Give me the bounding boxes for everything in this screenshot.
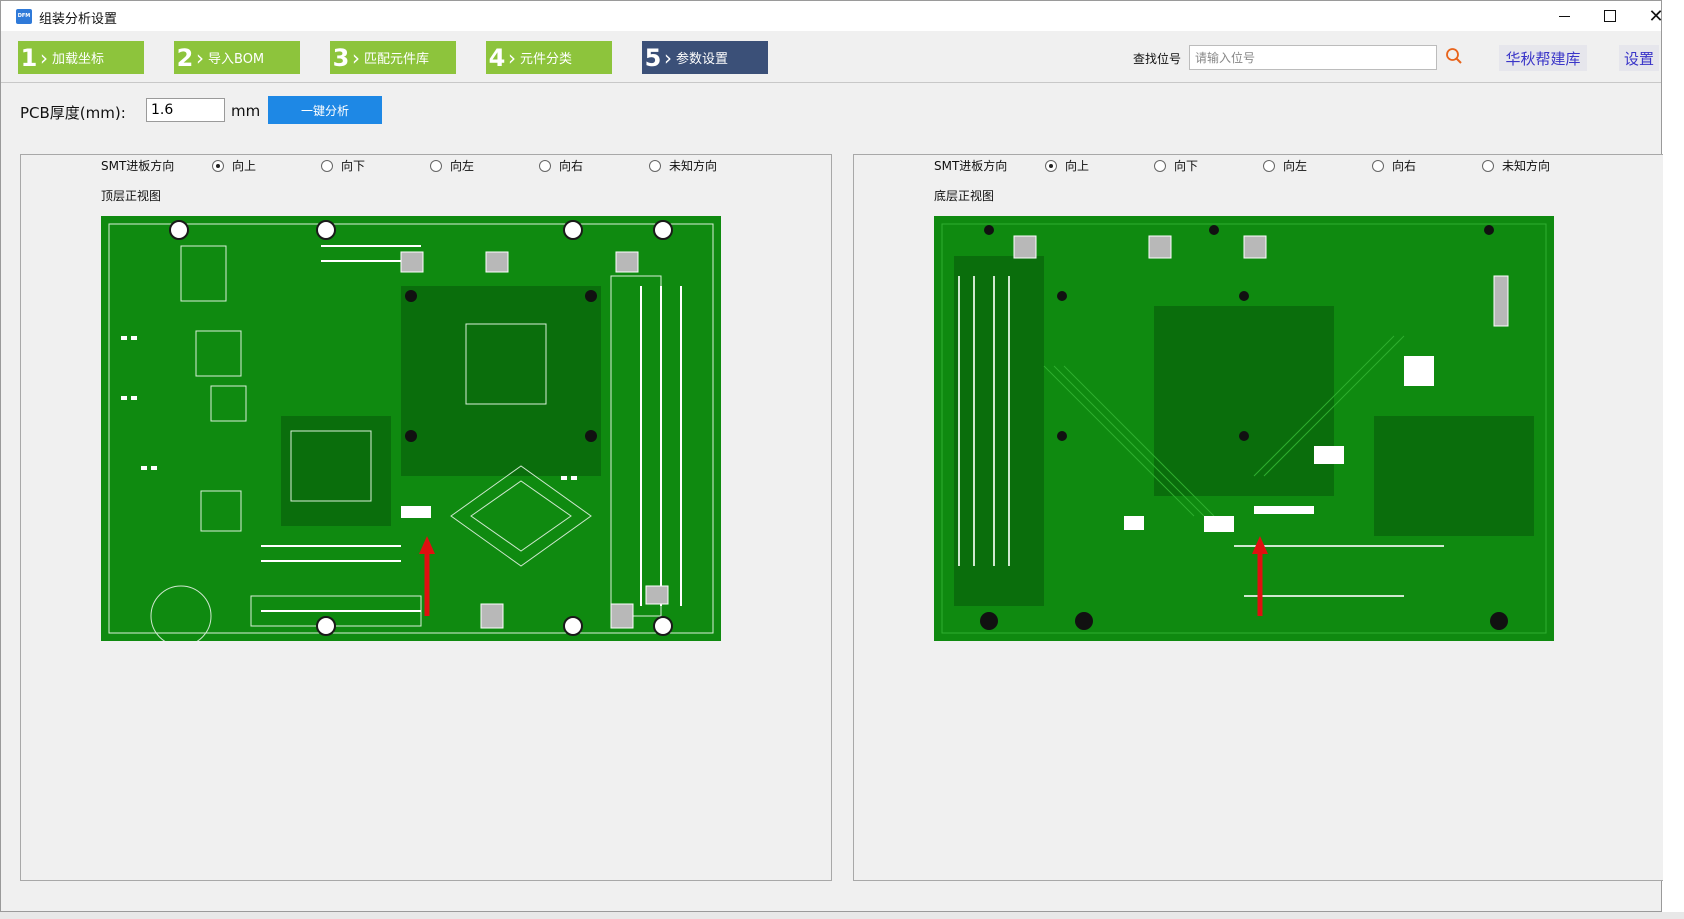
step-label: 元件分类 bbox=[520, 52, 573, 67]
maximize-button[interactable] bbox=[1587, 1, 1633, 31]
radio-dot-icon bbox=[212, 159, 224, 172]
build-library-button[interactable]: 华秋帮建库 bbox=[1499, 45, 1587, 71]
pcb-thickness-input[interactable] bbox=[146, 98, 225, 122]
radio-label: 向上 bbox=[232, 159, 257, 173]
step-label: 参数设置 bbox=[676, 52, 729, 67]
radio-down[interactable]: 向下 bbox=[1154, 157, 1198, 174]
step-parameter-settings[interactable]: 5 › 参数设置 bbox=[642, 41, 768, 74]
pcb-top-view-image bbox=[101, 216, 721, 641]
radio-dot-icon bbox=[430, 159, 442, 172]
search-input[interactable] bbox=[1189, 45, 1437, 70]
radio-right[interactable]: 向右 bbox=[539, 157, 583, 174]
bottom-view-panel: SMT进板方向 向上 向下 向左 向右 未知方向 底层正视图 bbox=[853, 154, 1665, 881]
minimize-button[interactable] bbox=[1541, 1, 1587, 31]
radio-dot-icon bbox=[1154, 159, 1166, 172]
search-label: 查找位号 bbox=[1133, 52, 1182, 66]
step-match-library[interactable]: 3 › 匹配元件库 bbox=[330, 41, 456, 74]
smt-direction-label: SMT进板方向 bbox=[101, 159, 175, 173]
chevron-right-icon: › bbox=[664, 45, 672, 70]
radio-dot-icon bbox=[1263, 159, 1275, 172]
smt-direction-label: SMT进板方向 bbox=[934, 159, 1008, 173]
radio-dot-icon bbox=[539, 159, 551, 172]
chevron-right-icon: › bbox=[40, 45, 48, 70]
radio-right[interactable]: 向右 bbox=[1372, 157, 1416, 174]
radio-up[interactable]: 向上 bbox=[1045, 157, 1089, 174]
step-label: 导入BOM bbox=[208, 52, 265, 67]
radio-label: 向右 bbox=[559, 159, 584, 173]
view-label: 底层正视图 bbox=[934, 189, 995, 203]
view-label: 顶层正视图 bbox=[101, 189, 162, 203]
search-icon[interactable] bbox=[1445, 47, 1463, 65]
radio-label: 向左 bbox=[1283, 159, 1308, 173]
radio-label: 未知方向 bbox=[669, 159, 718, 173]
step-load-coordinates[interactable]: 1 › 加载坐标 bbox=[18, 41, 144, 74]
step-number: 3 bbox=[332, 43, 350, 72]
step-import-bom[interactable]: 2 › 导入BOM bbox=[174, 41, 300, 74]
pcb-bottom-view-image bbox=[934, 216, 1554, 641]
radio-left[interactable]: 向左 bbox=[1263, 157, 1307, 174]
unit-label: mm bbox=[231, 102, 261, 120]
background-window-edge bbox=[1663, 0, 1684, 919]
background-window-edge bbox=[0, 912, 1684, 919]
radio-dot-icon bbox=[649, 159, 661, 172]
step-number: 5 bbox=[644, 43, 662, 72]
radio-up[interactable]: 向上 bbox=[212, 157, 256, 174]
radio-label: 未知方向 bbox=[1502, 159, 1551, 173]
step-number: 2 bbox=[176, 43, 194, 72]
radio-dot-icon bbox=[1482, 159, 1494, 172]
settings-button[interactable]: 设置 bbox=[1619, 45, 1659, 71]
step-label: 匹配元件库 bbox=[364, 52, 430, 67]
one-click-analyze-button[interactable]: 一键分析 bbox=[268, 96, 382, 124]
step-number: 1 bbox=[20, 43, 38, 72]
chevron-right-icon: › bbox=[508, 45, 516, 70]
chevron-right-icon: › bbox=[352, 45, 360, 70]
top-view-panel: SMT进板方向 向上 向下 向左 向右 未知方向 顶层正视图 bbox=[20, 154, 832, 881]
step-classify-components[interactable]: 4 › 元件分类 bbox=[486, 41, 612, 74]
radio-label: 向上 bbox=[1065, 159, 1090, 173]
radio-dot-icon bbox=[321, 159, 333, 172]
radio-dot-icon bbox=[1372, 159, 1384, 172]
radio-label: 向右 bbox=[1392, 159, 1417, 173]
pcb-thickness-label: PCB厚度(mm): bbox=[20, 104, 126, 122]
radio-label: 向下 bbox=[1174, 159, 1199, 173]
radio-label: 向左 bbox=[450, 159, 475, 173]
step-number: 4 bbox=[488, 43, 506, 72]
chevron-right-icon: › bbox=[196, 45, 204, 70]
radio-unknown[interactable]: 未知方向 bbox=[1482, 157, 1550, 174]
title-bar: DFM 组装分析设置 ✕ bbox=[1, 1, 1664, 31]
step-label: 加载坐标 bbox=[52, 52, 105, 67]
radio-label: 向下 bbox=[341, 159, 366, 173]
radio-down[interactable]: 向下 bbox=[321, 157, 365, 174]
radio-left[interactable]: 向左 bbox=[430, 157, 474, 174]
app-logo-icon: DFM bbox=[16, 9, 32, 24]
radio-unknown[interactable]: 未知方向 bbox=[649, 157, 717, 174]
radio-dot-icon bbox=[1045, 159, 1057, 172]
app-window: DFM 组装分析设置 ✕ 1 › 加载坐标 2 › 导入BOM 3 › 匹配元件… bbox=[0, 0, 1665, 912]
window-title: 组装分析设置 bbox=[39, 12, 118, 27]
